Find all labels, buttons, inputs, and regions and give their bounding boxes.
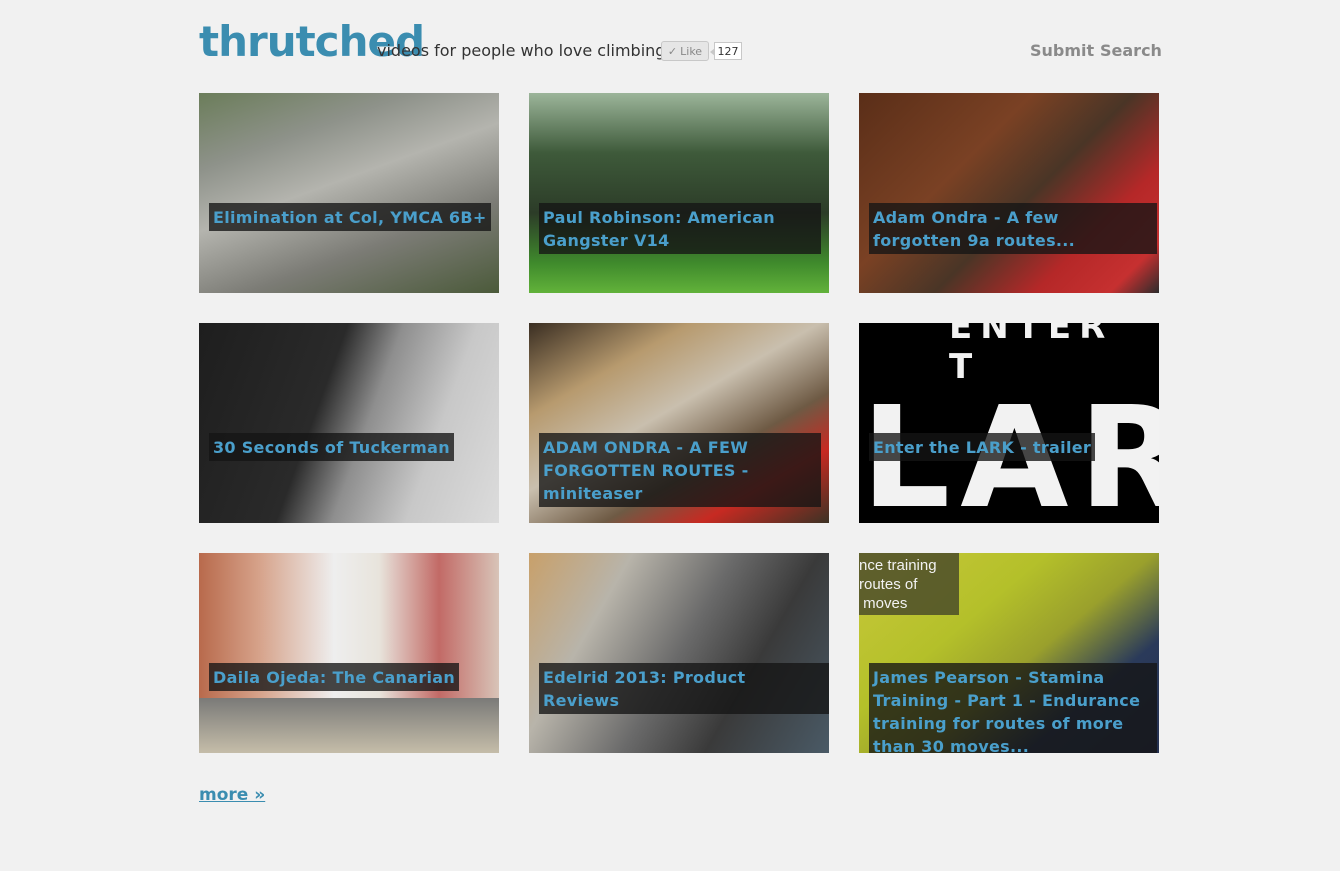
more-link[interactable]: more » — [199, 785, 265, 805]
video-title: Paul Robinson: American Gangster V14 — [539, 203, 821, 254]
like-count: 127 — [710, 42, 742, 60]
video-tile[interactable]: Edelrid 2013: Product Reviews — [529, 553, 829, 753]
video-tile[interactable]: ADAM ONDRA - A FEW FORGOTTEN ROUTES - mi… — [529, 323, 829, 523]
video-title: 30 Seconds of Tuckerman — [209, 433, 454, 461]
video-thumbnail — [529, 553, 829, 753]
video-tile[interactable]: Daila Ojeda: The Canarian — [199, 553, 499, 753]
like-button[interactable]: ✓ Like — [661, 41, 709, 61]
video-title: Elimination at Col, YMCA 6B+ — [209, 203, 491, 231]
video-title: Adam Ondra - A few forgotten 9a routes..… — [869, 203, 1157, 254]
video-thumbnail — [199, 553, 499, 753]
video-tile[interactable]: Paul Robinson: American Gangster V14 — [529, 93, 829, 293]
video-title: Edelrid 2013: Product Reviews — [539, 663, 829, 714]
video-tile[interactable]: nce training routes of moves James Pears… — [859, 553, 1159, 753]
video-thumbnail — [859, 93, 1159, 293]
video-thumbnail: ENTER T LARK — [859, 323, 1159, 523]
video-thumbnail — [199, 93, 499, 293]
check-icon: ✓ — [667, 44, 678, 58]
like-label: Like — [680, 44, 703, 58]
site-tagline: videos for people who love climbing — [377, 41, 666, 60]
video-title: James Pearson - Stamina Training - Part … — [869, 663, 1157, 753]
video-thumbnail — [199, 323, 499, 523]
search-link[interactable]: Search — [1100, 40, 1162, 62]
video-tile[interactable]: ENTER T LARK Enter the LARK - trailer — [859, 323, 1159, 523]
video-tile[interactable]: Elimination at Col, YMCA 6B+ — [199, 93, 499, 293]
video-tile[interactable]: Adam Ondra - A few forgotten 9a routes..… — [859, 93, 1159, 293]
submit-link[interactable]: Submit — [1030, 40, 1094, 62]
video-tile[interactable]: 30 Seconds of Tuckerman — [199, 323, 499, 523]
video-thumbnail — [529, 93, 829, 293]
video-title: ADAM ONDRA - A FEW FORGOTTEN ROUTES - mi… — [539, 433, 821, 507]
video-title: Daila Ojeda: The Canarian — [209, 663, 460, 691]
video-title: Enter the LARK - trailer — [869, 433, 1096, 461]
thumbnail-overlay-text: nce training routes of moves — [859, 557, 937, 612]
